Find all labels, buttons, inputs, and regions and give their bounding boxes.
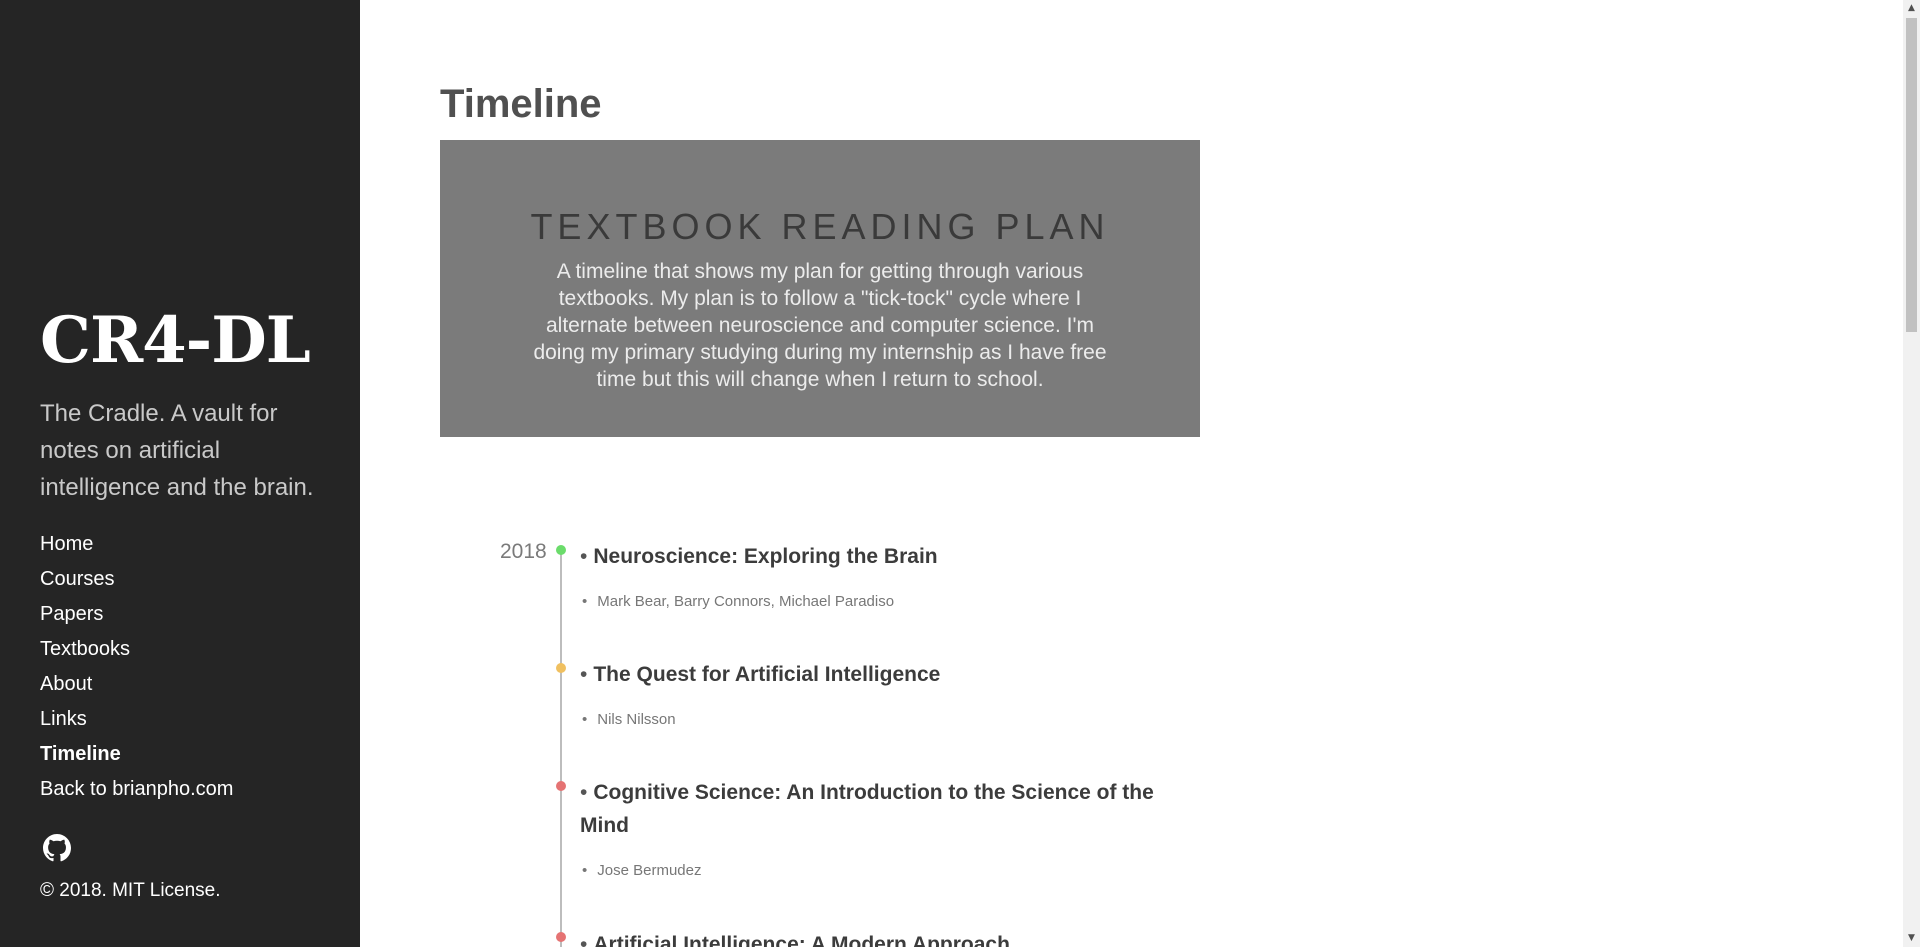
nav-item-papers[interactable]: Papers: [40, 600, 233, 635]
site-tagline: The Cradle. A vault for notes on artific…: [40, 400, 314, 501]
sidebar-nav: Home Courses Papers Textbooks About Link…: [40, 530, 233, 810]
bullet-icon: •: [582, 711, 588, 728]
timeline-item-title[interactable]: • Artificial Intelligence: A Modern Appro…: [580, 928, 1180, 947]
nav-item-courses[interactable]: Courses: [40, 565, 233, 600]
bullet-icon: •: [580, 545, 588, 568]
nav-item-links[interactable]: Links: [40, 705, 233, 740]
hero-banner: TEXTBOOK READING PLAN A timeline that sh…: [440, 140, 1200, 437]
timeline-item-authors: • Jose Bermudez: [582, 862, 701, 879]
bullet-icon: •: [580, 781, 588, 804]
bullet-icon: •: [580, 933, 588, 947]
timeline-line: [560, 550, 562, 947]
timeline-item-authors: • Nils Nilsson: [582, 711, 676, 728]
timeline-item-authors-text: Nils Nilsson: [597, 711, 676, 728]
scroll-up-arrow-icon[interactable]: ▲: [1903, 0, 1920, 17]
github-icon[interactable]: [43, 834, 71, 862]
timeline-item-authors-text: Jose Bermudez: [597, 862, 702, 879]
timeline-item-authors-text: Mark Bear, Barry Connors, Michael Paradi…: [597, 593, 895, 610]
timeline-item-authors: • Mark Bear, Barry Connors, Michael Parad…: [582, 593, 894, 610]
timeline-dot: [556, 932, 566, 942]
nav-item-textbooks[interactable]: Textbooks: [40, 635, 233, 670]
timeline-item-title-text: Artificial Intelligence: A Modern Approa…: [593, 933, 1010, 947]
timeline-item-title-text: The Quest for Artificial Intelligence: [593, 663, 941, 686]
timeline-dot: [556, 663, 566, 673]
timeline-dot: [556, 781, 566, 791]
timeline-year: 2018: [500, 540, 547, 563]
scroll-down-arrow-icon[interactable]: ▼: [1903, 930, 1920, 947]
timeline-dot: [556, 545, 566, 555]
nav-item-back-to-brianpho[interactable]: Back to brianpho.com: [40, 775, 233, 810]
scroll-thumb[interactable]: [1906, 18, 1917, 332]
timeline: 2018 • Neuroscience: Exploring the Brain …: [440, 530, 1240, 947]
timeline-item-title-text: Cognitive Science: An Introduction to th…: [580, 781, 1154, 837]
nav-item-about[interactable]: About: [40, 670, 233, 705]
nav-item-home[interactable]: Home: [40, 530, 233, 565]
bullet-icon: •: [580, 663, 588, 686]
hero-description: A timeline that shows my plan for gettin…: [533, 260, 1107, 391]
copyright-text: © 2018. MIT License.: [40, 880, 221, 901]
site-brand[interactable]: CR4-DL: [40, 303, 311, 378]
bullet-icon: •: [582, 593, 588, 610]
nav-item-timeline[interactable]: Timeline: [40, 740, 233, 775]
timeline-item-title[interactable]: • The Quest for Artificial Intelligence: [580, 658, 1180, 691]
bullet-icon: •: [582, 862, 588, 879]
timeline-item-title[interactable]: • Neuroscience: Exploring the Brain: [580, 540, 1180, 573]
timeline-item-title-text: Neuroscience: Exploring the Brain: [593, 545, 938, 568]
hero-title: TEXTBOOK READING PLAN: [530, 206, 1110, 247]
page-title: Timeline: [440, 82, 602, 126]
sidebar: CR4-DL The Cradle. A vault for notes on …: [0, 0, 360, 947]
page-scrollbar[interactable]: ▲ ▼: [1903, 0, 1920, 947]
timeline-item-title[interactable]: • Cognitive Science: An Introduction to t…: [580, 776, 1160, 842]
